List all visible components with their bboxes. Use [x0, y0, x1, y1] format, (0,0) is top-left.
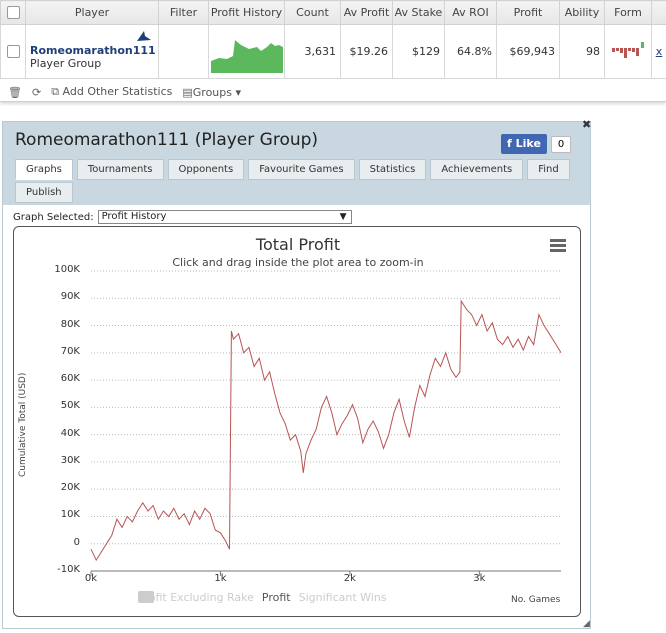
header-filter[interactable]: Filter — [158, 0, 209, 25]
legend-item-profit[interactable]: Profit — [138, 591, 291, 604]
x-axis-label: No. Games — [511, 595, 561, 605]
remove-row-cell: x — [651, 24, 666, 79]
select-all-header — [0, 0, 26, 25]
tab-achievements[interactable]: Achievements — [430, 159, 524, 180]
legend-label: Profit — [261, 591, 291, 604]
legend-label: Significant Wins — [298, 591, 387, 604]
form-bars-graphic — [612, 42, 644, 58]
graph-select-dropdown[interactable]: Profit History ▼ — [97, 210, 352, 224]
groups-icon: ▤ — [182, 85, 193, 99]
header-count[interactable]: Count — [284, 0, 341, 25]
tab-favourite-games[interactable]: Favourite Games — [248, 159, 355, 180]
legend-item-significant-wins[interactable]: Significant Wins — [138, 591, 387, 604]
av-stake-value: $129 — [392, 24, 445, 79]
like-label: Like — [515, 137, 541, 150]
filter-cell — [158, 24, 209, 79]
graph-selected-label: Graph Selected: — [13, 211, 94, 223]
graph-selector: Graph Selected: Profit History ▼ — [13, 210, 352, 224]
profit-history-sparkline — [211, 40, 283, 73]
av-roi-value: 64.8% — [444, 24, 497, 79]
header-av-profit[interactable]: Av Profit — [340, 0, 393, 25]
header-player[interactable]: Player — [25, 0, 159, 25]
add-other-statistics-button[interactable]: ⧉ Add Other Statistics — [51, 85, 172, 99]
header-ability[interactable]: Ability — [559, 0, 605, 25]
row-checkbox[interactable] — [6, 45, 20, 59]
row-select-cell — [0, 24, 26, 79]
chart-legend: Profit Excluding Rake Profit Significant… — [138, 591, 387, 604]
header-av-stake[interactable]: Av Stake — [392, 0, 445, 25]
add-stats-icon: ⧉ — [51, 85, 60, 98]
header-av-roi[interactable]: Av ROI — [444, 0, 497, 25]
av-profit-value: $19.26 — [340, 24, 393, 79]
profit-value: $69,943 — [496, 24, 560, 79]
add-other-statistics-label: Add Other Statistics — [62, 85, 173, 98]
dropdown-arrow-icon: ▼ — [339, 212, 347, 222]
like-count: 0 — [550, 135, 572, 153]
stats-table-panel: Player Filter Profit History Count Av Pr… — [0, 0, 666, 102]
shark-icon — [137, 31, 151, 41]
select-all-checkbox[interactable] — [6, 6, 20, 20]
tab-publish[interactable]: Publish — [15, 182, 73, 203]
player-cell: Romeomarathon111 Player Group — [25, 24, 159, 79]
tab-tournaments[interactable]: Tournaments — [76, 159, 164, 180]
facebook-icon: f — [507, 137, 512, 150]
legend-item-profit-excluding-rake[interactable]: Profit Excluding Rake — [138, 591, 254, 604]
header-remove — [651, 0, 666, 25]
close-icon[interactable]: ✖ — [582, 118, 591, 131]
form-cell — [604, 24, 652, 79]
page: Player Filter Profit History Count Av Pr… — [0, 0, 666, 633]
tab-opponents[interactable]: Opponents — [167, 159, 245, 180]
player-group-label: Player Group — [30, 56, 102, 70]
header-form[interactable]: Form — [604, 0, 652, 25]
total-profit-chart[interactable]: Total Profit Click and drag inside the p… — [13, 226, 581, 617]
panel-header: Romeomarathon111 (Player Group) f Like 0… — [3, 118, 591, 205]
refresh-icon[interactable]: ⟳ — [32, 86, 41, 99]
stats-toolbar: 🗑 ⟳ ⧉ Add Other Statistics ▤Groups ▾ — [0, 79, 666, 105]
groups-label: Groups — [192, 85, 232, 99]
trash-icon[interactable]: 🗑 — [8, 86, 22, 99]
legend-box-swatch — [138, 591, 154, 603]
graph-select-value: Profit History — [101, 211, 167, 222]
profit-history-sparkline-cell — [208, 24, 285, 79]
header-profit[interactable]: Profit — [496, 0, 560, 25]
stats-table: Player Filter Profit History Count Av Pr… — [0, 0, 666, 79]
ability-value: 98 — [559, 24, 605, 79]
groups-dropdown[interactable]: ▤Groups ▾ — [182, 86, 241, 99]
remove-row-link[interactable]: x — [656, 45, 663, 58]
panel-tabs: Graphs Tournaments Opponents Favourite G… — [15, 159, 595, 203]
header-profit-history[interactable]: Profit History — [208, 0, 285, 25]
facebook-like-button[interactable]: f Like — [501, 134, 547, 154]
resize-handle-icon[interactable]: ◢ — [583, 619, 590, 629]
tab-statistics[interactable]: Statistics — [358, 159, 427, 180]
player-name-link[interactable]: Romeomarathon111 — [30, 44, 156, 57]
tab-find[interactable]: Find — [527, 159, 570, 180]
facebook-like-widget: f Like 0 — [501, 134, 572, 154]
legend-label: Profit Excluding Rake — [138, 591, 254, 604]
tab-graphs[interactable]: Graphs — [15, 159, 73, 180]
count-value: 3,631 — [284, 24, 341, 79]
plot-area[interactable] — [14, 227, 582, 618]
series-line-profit[interactable] — [90, 299, 562, 562]
player-panel: Romeomarathon111 (Player Group) f Like 0… — [2, 118, 591, 629]
chevron-down-icon: ▾ — [235, 85, 242, 99]
table-row: Romeomarathon111 Player Group 3,631 $19.… — [0, 24, 666, 79]
